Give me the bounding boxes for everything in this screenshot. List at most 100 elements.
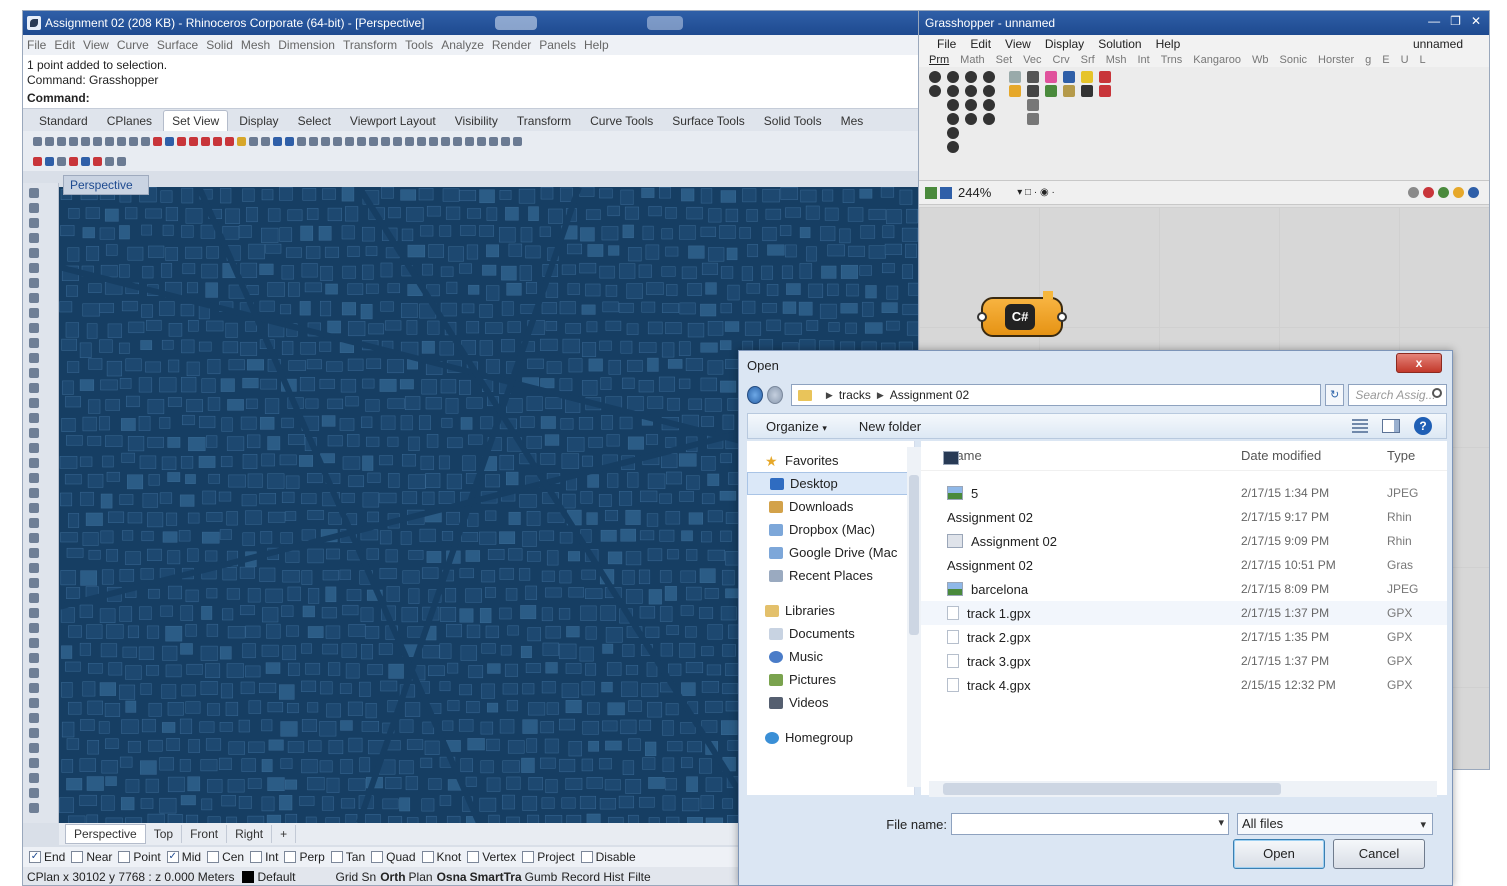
gh-tab-g[interactable]: g xyxy=(1365,54,1371,66)
open-button[interactable]: Open xyxy=(1233,839,1325,869)
tool-icon[interactable] xyxy=(357,136,366,146)
tool-icon[interactable] xyxy=(513,136,522,146)
tool-icon[interactable] xyxy=(501,136,510,146)
component-icon[interactable] xyxy=(947,141,959,153)
tool-icon[interactable] xyxy=(29,458,39,468)
preview-icon[interactable] xyxy=(1468,187,1479,198)
grasshopper-title-bar[interactable]: Grasshopper - unnamed — ❐ ✕ xyxy=(919,11,1489,35)
tool-icon[interactable] xyxy=(45,136,54,146)
tool-icon[interactable] xyxy=(321,136,330,146)
tab-set-view[interactable]: Set View xyxy=(163,110,229,131)
tool-icon[interactable] xyxy=(29,383,39,393)
osnap-disable[interactable]: Disable xyxy=(580,850,636,864)
document-name[interactable]: unnamed xyxy=(1413,37,1463,51)
nav-google-drive[interactable]: Google Drive (Mac xyxy=(747,541,914,564)
osnap-perp[interactable]: Perp xyxy=(284,850,325,864)
osnap-tan[interactable]: Tan xyxy=(330,850,365,864)
tool-icon[interactable] xyxy=(57,156,66,166)
tool-icon[interactable] xyxy=(29,743,39,753)
tool-icon[interactable] xyxy=(29,803,39,813)
osnap-project[interactable]: Project xyxy=(522,850,575,864)
tool-icon[interactable] xyxy=(29,728,39,738)
refresh-icon[interactable]: ↻ xyxy=(1324,384,1345,406)
filter-toggle[interactable]: Filte xyxy=(628,870,651,884)
tool-icon[interactable] xyxy=(393,136,402,146)
menu-render[interactable]: Render xyxy=(492,38,531,52)
tool-icon[interactable] xyxy=(249,136,258,146)
file-type-select[interactable]: All files xyxy=(1237,813,1433,835)
gh-menu-file[interactable]: File xyxy=(937,37,956,51)
osnap-toggle[interactable]: Osna xyxy=(437,870,467,884)
nav-recent-places[interactable]: Recent Places xyxy=(747,564,914,587)
checkbox-icon[interactable] xyxy=(71,851,84,863)
address-bar[interactable]: ▶ tracks ▶ Assignment 02 xyxy=(790,384,1321,406)
osnap-quad[interactable]: Quad xyxy=(371,850,416,864)
component-icon[interactable] xyxy=(1099,71,1111,83)
menu-mesh[interactable]: Mesh xyxy=(241,38,270,52)
tab-curve-tools[interactable]: Curve Tools xyxy=(582,111,661,131)
tool-icon[interactable] xyxy=(273,136,282,146)
gh-tab-vec[interactable]: Vec xyxy=(1023,54,1041,66)
nav-music[interactable]: Music xyxy=(747,645,914,668)
tool-icon[interactable] xyxy=(29,773,39,783)
checkbox-icon[interactable] xyxy=(207,851,220,863)
osnap-end[interactable]: ✓ End xyxy=(29,850,65,864)
preview-icon[interactable] xyxy=(1438,187,1449,198)
checkbox-icon[interactable] xyxy=(330,851,343,863)
component-icon[interactable] xyxy=(947,127,959,139)
menu-view[interactable]: View xyxy=(83,38,109,52)
gumball-toggle[interactable]: Gumb xyxy=(525,870,558,884)
file-row[interactable]: Assignment 02 2/17/15 9:17 PM Rhin xyxy=(921,451,1447,529)
menu-edit[interactable]: Edit xyxy=(54,38,75,52)
component-icon[interactable] xyxy=(947,71,959,83)
preview-icon[interactable] xyxy=(1423,187,1434,198)
tool-icon[interactable] xyxy=(29,683,39,693)
component-icon[interactable] xyxy=(947,113,959,125)
checkbox-icon[interactable]: ✓ xyxy=(166,851,179,863)
tool-icon[interactable] xyxy=(29,503,39,513)
component-icon[interactable] xyxy=(1027,85,1039,97)
tool-icon[interactable] xyxy=(405,136,414,146)
file-row[interactable]: Assignment 02 2/17/15 10:51 PM Gras xyxy=(921,553,1447,577)
component-icon[interactable] xyxy=(983,71,995,83)
tool-icon[interactable] xyxy=(69,136,78,146)
file-row[interactable]: track 4.gpx 2/15/15 12:32 PM GPX xyxy=(921,673,1447,697)
tool-icon[interactable] xyxy=(29,623,39,633)
checkbox-icon[interactable] xyxy=(467,851,480,863)
tool-icon[interactable] xyxy=(29,443,39,453)
tool-icon[interactable] xyxy=(117,136,126,146)
breadcrumb-assignment[interactable]: Assignment 02 xyxy=(890,388,969,402)
gh-menu-edit[interactable]: Edit xyxy=(970,37,991,51)
nav-homegroup[interactable]: Homegroup xyxy=(747,726,914,749)
checkbox-icon[interactable]: ✓ xyxy=(29,851,41,863)
menu-panels[interactable]: Panels xyxy=(539,38,576,52)
tool-icon[interactable] xyxy=(369,136,378,146)
tool-icon[interactable] xyxy=(29,713,39,723)
preview-icon[interactable] xyxy=(1408,187,1419,198)
nav-videos[interactable]: Videos xyxy=(747,691,914,714)
gh-tab-horster[interactable]: Horster xyxy=(1318,54,1354,66)
tool-icon[interactable] xyxy=(29,233,39,243)
tab-front[interactable]: Front xyxy=(182,825,228,843)
tool-icon[interactable] xyxy=(29,653,39,663)
chevron-right-icon[interactable]: ▶ xyxy=(826,390,833,401)
forward-icon[interactable] xyxy=(766,386,783,404)
osnap-point[interactable]: Point xyxy=(118,850,161,864)
tool-icon[interactable] xyxy=(29,293,39,303)
gh-tab-crv[interactable]: Crv xyxy=(1053,54,1070,66)
tool-icon[interactable] xyxy=(29,788,39,798)
tool-icon[interactable] xyxy=(29,263,39,273)
menu-tools[interactable]: Tools xyxy=(405,38,433,52)
menu-transform[interactable]: Transform xyxy=(343,38,397,52)
zoom-dropdown-icon[interactable]: ▾ □ · ◉ · xyxy=(1017,187,1055,198)
column-name[interactable]: Name xyxy=(921,448,1241,463)
component-icon[interactable] xyxy=(947,99,959,111)
checkbox-icon[interactable] xyxy=(371,851,384,863)
tool-icon[interactable] xyxy=(165,136,174,146)
tool-icon[interactable] xyxy=(29,488,39,498)
change-view-icon[interactable] xyxy=(1352,419,1368,433)
column-type[interactable]: Type xyxy=(1387,448,1415,463)
menu-help[interactable]: Help xyxy=(584,38,609,52)
gh-tab-kangaroo[interactable]: Kangaroo xyxy=(1193,54,1241,66)
close-icon[interactable]: ✕ xyxy=(1471,14,1481,28)
